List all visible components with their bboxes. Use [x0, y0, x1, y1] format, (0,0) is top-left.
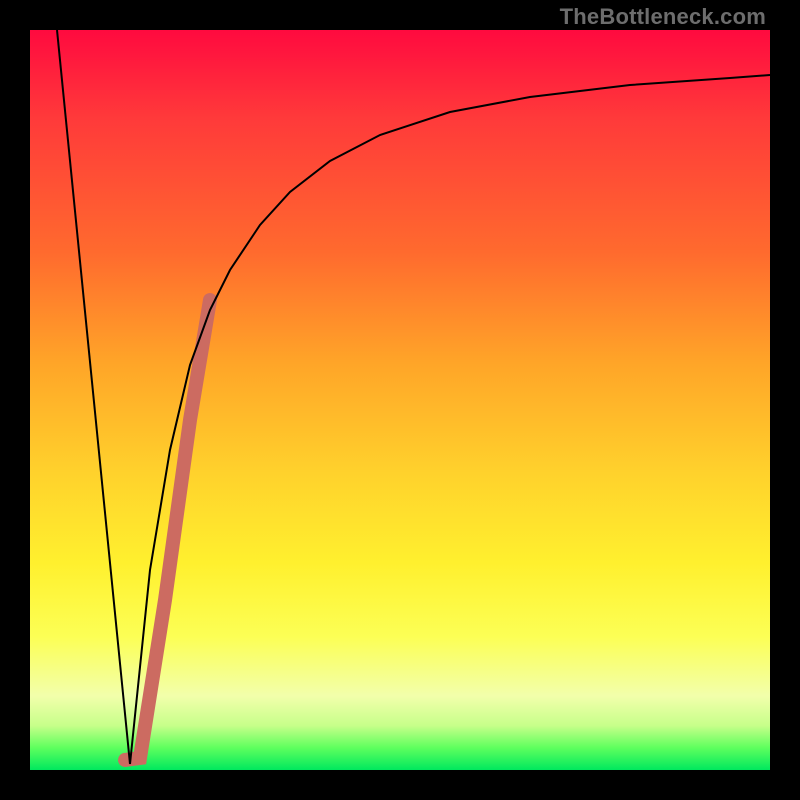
chart-frame: TheBottleneck.com — [0, 0, 800, 800]
watermark-text: TheBottleneck.com — [560, 4, 766, 30]
left-descent-line — [57, 30, 130, 764]
chart-svg — [30, 30, 770, 770]
main-curve-line — [130, 75, 770, 764]
